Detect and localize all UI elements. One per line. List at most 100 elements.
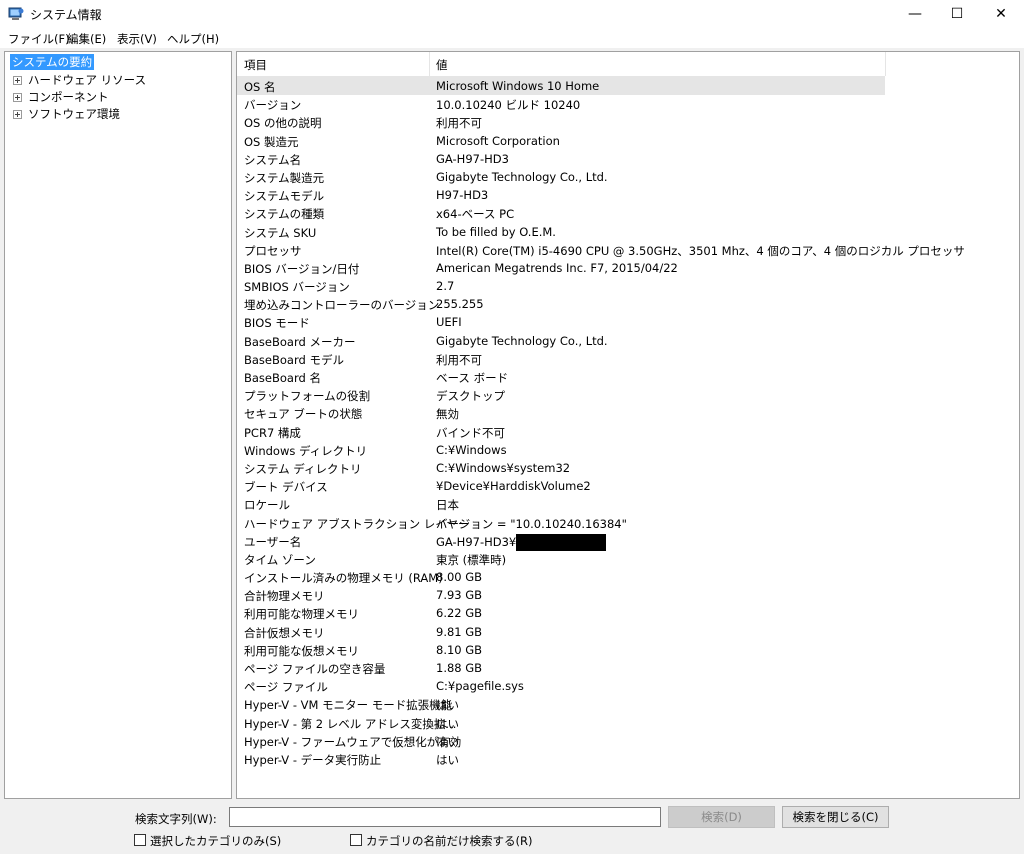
table-row[interactable]: Hyper-V - 第 2 レベル アドレス変換拡... はい bbox=[237, 714, 885, 732]
row-item-cell: OS 製造元 bbox=[244, 134, 299, 149]
category-names-only-checkbox[interactable] bbox=[350, 834, 362, 846]
row-value-cell: Intel(R) Core(TM) i5-4690 CPU @ 3.50GHz、… bbox=[436, 243, 965, 259]
row-value-text: 10.0.10240 ビルド 10240 bbox=[436, 98, 581, 113]
row-value-text: To be filled by O.E.M. bbox=[436, 224, 556, 239]
table-row[interactable]: バージョン 10.0.10240 ビルド 10240 bbox=[237, 95, 885, 113]
row-value-text: UEFI bbox=[436, 315, 462, 330]
row-value-text: GA-H97-HD3¥ bbox=[436, 534, 517, 549]
table-row[interactable]: システム製造元 Gigabyte Technology Co., Ltd. bbox=[237, 168, 885, 186]
minimize-button[interactable]: — bbox=[892, 0, 938, 28]
row-item-cell: ブート デバイス bbox=[244, 480, 328, 495]
menu-file[interactable]: ファイル(F) bbox=[8, 30, 70, 48]
row-item-cell: OS 名 bbox=[244, 80, 276, 94]
row-value-cell: ¥Device¥HarddiskVolume2 bbox=[436, 479, 591, 493]
menu-edit[interactable]: 編集(E) bbox=[67, 30, 106, 48]
row-item-cell: タイム ゾーン bbox=[244, 552, 316, 567]
table-row[interactable]: プラットフォームの役割 デスクトップ bbox=[237, 386, 885, 404]
row-item-cell: Hyper-V - VM モニター モード拡張機能 bbox=[244, 698, 453, 713]
tree-item-system-summary[interactable]: システムの要約 bbox=[10, 54, 95, 70]
table-row[interactable]: インストール済みの物理メモリ (RAM) 8.00 GB bbox=[237, 568, 885, 586]
row-item-cell: BaseBoard モデル bbox=[244, 352, 344, 367]
table-row[interactable]: プロセッサ Intel(R) Core(TM) i5-4690 CPU @ 3.5… bbox=[237, 241, 965, 259]
row-item-cell: システム名 bbox=[244, 152, 302, 167]
row-value-cell: 10.0.10240 ビルド 10240 bbox=[436, 97, 580, 113]
row-item-cell: システム ディレクトリ bbox=[244, 461, 362, 476]
table-row[interactable]: 埋め込みコントローラーのバージョン 255.255 bbox=[237, 295, 885, 313]
table-row[interactable]: OS 製造元 Microsoft Corporation bbox=[237, 132, 885, 150]
table-row[interactable]: 合計物理メモリ 7.93 GB bbox=[237, 586, 885, 604]
table-row[interactable]: ロケール 日本 bbox=[237, 495, 885, 513]
expand-icon[interactable] bbox=[13, 75, 22, 85]
table-row[interactable]: システム ディレクトリ C:¥Windows¥system32 bbox=[237, 459, 885, 477]
table-row[interactable]: タイム ゾーン 東京 (標準時) bbox=[237, 550, 885, 568]
table-row[interactable]: システム名 GA-H97-HD3 bbox=[237, 150, 885, 168]
table-row[interactable]: Hyper-V - ファームウェアで仮想化が有効 はい bbox=[237, 732, 885, 750]
row-value-text: 利用不可 bbox=[436, 116, 482, 131]
table-row[interactable]: 合計仮想メモリ 9.81 GB bbox=[237, 623, 885, 641]
table-row[interactable]: BIOS バージョン/日付 American Megatrends Inc. F7… bbox=[237, 259, 885, 277]
maximize-icon: ☐ bbox=[950, 6, 964, 22]
row-value-text: 7.93 GB bbox=[436, 588, 483, 603]
title-bar: システム情報 — ☐ ✕ bbox=[0, 0, 1024, 28]
row-value-text: 1.88 GB bbox=[436, 661, 483, 675]
column-header-value[interactable]: 値 bbox=[436, 57, 448, 73]
maximize-button[interactable]: ☐ bbox=[934, 0, 980, 28]
details-list[interactable]: 項目 値 OS 名 Microsoft Windows 10 Home バージョン 1… bbox=[236, 51, 1020, 799]
row-value-cell: 8.00 GB bbox=[436, 570, 482, 584]
table-row[interactable]: PCR7 構成 バインド不可 bbox=[237, 423, 885, 441]
table-row[interactable]: ページ ファイルの空き容量 1.88 GB bbox=[237, 659, 885, 677]
table-row[interactable]: システム SKU To be filled by O.E.M. bbox=[237, 223, 885, 241]
table-row[interactable]: 利用可能な仮想メモリ 8.10 GB bbox=[237, 641, 885, 659]
row-value-text: GA-H97-HD3 bbox=[436, 151, 509, 166]
menu-view[interactable]: 表示(V) bbox=[117, 30, 157, 48]
tree-item-hardware-resources[interactable]: ハードウェア リソース bbox=[13, 72, 146, 88]
table-row[interactable]: Hyper-V - データ実行防止 はい bbox=[237, 750, 885, 768]
expand-icon[interactable] bbox=[13, 92, 22, 102]
tree-item-software-environment[interactable]: ソフトウェア環境 bbox=[13, 106, 120, 122]
table-row[interactable]: BaseBoard モデル 利用不可 bbox=[237, 350, 885, 368]
row-value-text: 利用不可 bbox=[436, 352, 482, 367]
table-row[interactable]: ページ ファイル C:¥pagefile.sys bbox=[237, 677, 885, 695]
table-row[interactable]: BIOS モード UEFI bbox=[237, 313, 885, 331]
category-tree[interactable]: システムの要約 ハードウェア リソース コンポーネント ソフトウェア環境 bbox=[4, 51, 232, 799]
table-row[interactable]: Windows ディレクトリ C:¥Windows bbox=[237, 441, 885, 459]
row-value-cell: 9.81 GB bbox=[436, 625, 482, 639]
row-value-text: Microsoft Windows 10 Home bbox=[436, 79, 600, 93]
column-divider[interactable] bbox=[885, 52, 886, 76]
row-item-cell: システムの種類 bbox=[244, 207, 325, 222]
table-row[interactable]: ユーザー名 GA-H97-HD3¥ bbox=[237, 532, 885, 551]
row-value-cell: 利用不可 bbox=[436, 115, 482, 131]
table-row[interactable]: BaseBoard 名 ベース ボード bbox=[237, 368, 885, 386]
search-input[interactable] bbox=[229, 807, 661, 827]
table-row[interactable]: ブート デバイス ¥Device¥HarddiskVolume2 bbox=[237, 477, 885, 495]
table-row[interactable]: OS の他の説明 利用不可 bbox=[237, 113, 885, 131]
row-value-text: はい bbox=[436, 716, 459, 731]
table-row[interactable]: SMBIOS バージョン 2.7 bbox=[237, 277, 885, 295]
column-divider[interactable] bbox=[429, 52, 430, 76]
menu-help[interactable]: ヘルプ(H) bbox=[167, 30, 219, 48]
expand-icon[interactable] bbox=[13, 109, 22, 119]
table-row[interactable]: BaseBoard メーカー Gigabyte Technology Co., L… bbox=[237, 332, 885, 350]
selected-category-only-checkbox[interactable] bbox=[134, 834, 146, 846]
search-button[interactable]: 検索(D) bbox=[668, 806, 775, 828]
table-row[interactable]: 利用可能な物理メモリ 6.22 GB bbox=[237, 604, 885, 622]
table-row[interactable]: セキュア ブートの状態 無効 bbox=[237, 404, 885, 422]
row-item-cell: OS の他の説明 bbox=[244, 116, 322, 131]
row-item-cell: プロセッサ bbox=[244, 243, 302, 258]
close-window-button[interactable]: ✕ bbox=[978, 0, 1024, 28]
row-item-cell: 合計物理メモリ bbox=[244, 589, 325, 604]
table-row[interactable]: OS 名 Microsoft Windows 10 Home bbox=[237, 77, 885, 96]
row-value-text: 6.22 GB bbox=[436, 606, 483, 621]
table-row[interactable]: システムモデル H97-HD3 bbox=[237, 186, 885, 204]
row-value-text: ¥Device¥HarddiskVolume2 bbox=[436, 479, 591, 494]
table-row[interactable]: システムの種類 x64-ベース PC bbox=[237, 204, 885, 222]
tree-item-components[interactable]: コンポーネント bbox=[13, 89, 109, 105]
row-value-cell: 東京 (標準時) bbox=[436, 552, 506, 568]
column-header-item[interactable]: 項目 bbox=[244, 57, 267, 73]
table-row[interactable]: ハードウェア アブストラクション レイヤー バージョン = "10.0.10240… bbox=[237, 514, 885, 532]
row-value-cell: はい bbox=[436, 697, 459, 713]
table-row[interactable]: Hyper-V - VM モニター モード拡張機能 はい bbox=[237, 695, 885, 713]
redaction-box bbox=[516, 533, 607, 551]
row-value-cell: 無効 bbox=[436, 406, 459, 422]
close-search-button[interactable]: 検索を閉じる(C) bbox=[782, 806, 889, 828]
